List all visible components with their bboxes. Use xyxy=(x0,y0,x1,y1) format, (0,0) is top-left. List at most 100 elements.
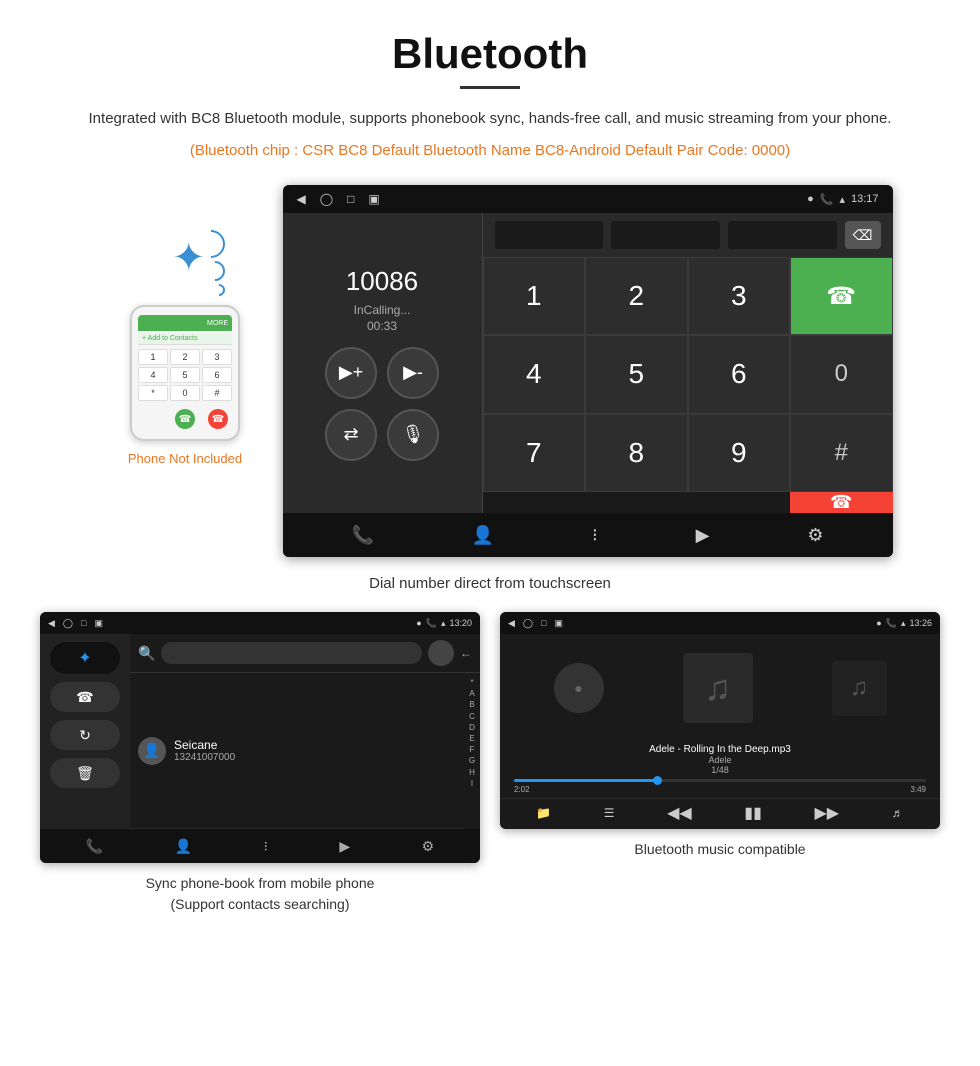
pb-search-icon: 🔍 xyxy=(138,645,155,662)
phone-key-5: 5 xyxy=(170,367,200,383)
music-progress-bar xyxy=(514,779,926,782)
pb-alpha-E: E xyxy=(469,733,474,744)
music-next-icon[interactable]: ▶▶ xyxy=(814,803,839,823)
phone-key-4: 4 xyxy=(138,367,168,383)
pb-wifi-icon: ▴ xyxy=(441,618,446,629)
music-progress-dot xyxy=(653,776,662,785)
music-progress-area: 2:02 3:49 xyxy=(500,779,940,798)
transfer-nav-icon[interactable]: ▶ xyxy=(696,525,710,546)
dial-input-row: ⌫ xyxy=(483,213,893,257)
main-screen-section: ✦ MORE + Add to Contacts 1 2 3 4 5 6 * 0… xyxy=(40,185,940,557)
pb-alpha-F: F xyxy=(470,744,475,755)
dial-key-zero[interactable]: 0 xyxy=(790,335,893,413)
backspace-btn[interactable]: ⌫ xyxy=(845,221,881,249)
pb-nav-transfer-icon[interactable]: ▶ xyxy=(339,838,350,855)
contacts-nav-icon[interactable]: 👤 xyxy=(472,525,494,546)
music-play-pause-icon[interactable]: ▮▮ xyxy=(744,803,762,823)
android-dial-screen: ◀ ◯ □ ▣ ● 📞 ▴ 13:17 10086 InCalling... xyxy=(283,185,893,557)
music-screen-icon: ▣ xyxy=(554,618,563,629)
wifi-icon: ▴ xyxy=(839,193,845,206)
pb-recents-icon: □ xyxy=(81,618,86,629)
phone-signal-icon: 📞 xyxy=(820,193,834,206)
pb-bluetooth-icon: ✦ xyxy=(50,642,120,674)
music-wifi-icon: ▴ xyxy=(901,618,906,629)
pb-search-bar[interactable] xyxy=(161,642,422,664)
dial-key-8[interactable]: 8 xyxy=(585,414,688,492)
dial-input-field xyxy=(495,221,837,249)
status-right-dial: ● 📞 ▴ 13:17 xyxy=(807,193,878,206)
screenshot-icon: ▣ xyxy=(368,192,379,206)
dial-key-5[interactable]: 5 xyxy=(585,335,688,413)
music-content: ● ♫ ♫ Adele - Rolling In the Deep.mp3 Ad… xyxy=(500,634,940,829)
android-nav-bar-dial: 📞 👤 ⁝ ▶ ⚙ xyxy=(283,513,893,557)
phonebook-status-bar: ◀ ◯ □ ▣ ● 📞 ▴ 13:20 xyxy=(40,612,480,634)
pb-screen-icon: ▣ xyxy=(94,618,103,629)
dial-key-7[interactable]: 7 xyxy=(483,414,586,492)
dial-content: 10086 InCalling... 00:33 ▶+ ▶- ⇄ 🎙 xyxy=(283,213,893,513)
pb-alpha-D: D xyxy=(469,722,475,733)
pb-delete-btn[interactable]: 🗑 xyxy=(50,758,120,788)
input-seg-2 xyxy=(611,221,720,249)
music-screen-wrapper: ◀ ◯ □ ▣ ● 📞 ▴ 13:26 ● xyxy=(500,612,940,915)
description: Integrated with BC8 Bluetooth module, su… xyxy=(40,107,940,131)
music-equalizer-icon[interactable]: ♬ xyxy=(892,806,904,820)
dial-key-4[interactable]: 4 xyxy=(483,335,586,413)
music-location-icon: ● xyxy=(876,618,881,628)
end-call-button[interactable]: ☎ xyxy=(790,492,893,513)
phone-key-2: 2 xyxy=(170,349,200,365)
dial-key-2[interactable]: 2 xyxy=(585,257,688,335)
pb-alpha-A: A xyxy=(469,688,474,699)
settings-nav-icon[interactable]: ⚙ xyxy=(807,525,823,546)
music-album-circle-left: ● xyxy=(554,663,604,713)
phonebook-sidebar: ✦ ☎ ↻ 🗑 xyxy=(40,634,130,829)
dial-timer: 00:33 xyxy=(367,319,397,333)
pb-circle-btn xyxy=(428,640,454,666)
call-button[interactable]: ☎ xyxy=(790,257,893,335)
dial-key-9[interactable]: 9 xyxy=(688,414,791,492)
phone-add-contact: + Add to Contacts xyxy=(138,333,232,345)
pb-time: 13:20 xyxy=(449,618,472,628)
music-folder-icon[interactable]: 📁 xyxy=(536,806,551,820)
pb-nav-keypad-icon[interactable]: ⁝ xyxy=(264,838,268,855)
phone-key-6: 6 xyxy=(202,367,232,383)
music-time: 13:26 xyxy=(909,618,932,628)
dial-key-3[interactable]: 3 xyxy=(688,257,791,335)
music-prev-icon[interactable]: ◀◀ xyxy=(667,803,692,823)
music-main-area: ● ♫ ♫ xyxy=(500,634,940,742)
music-circle-icon-left: ● xyxy=(574,680,582,696)
pb-caption-line2: (Support contacts searching) xyxy=(171,896,350,912)
pb-phone-icon: 📞 xyxy=(426,618,437,629)
music-time-row: 2:02 3:49 xyxy=(514,785,926,794)
phone-not-included-text: Phone Not Included xyxy=(128,451,242,466)
call-log-nav-icon[interactable]: 📞 xyxy=(351,525,373,546)
phone-key-3: 3 xyxy=(202,349,232,365)
music-playlist-icon[interactable]: ☰ xyxy=(604,806,615,820)
keypad-nav-icon[interactable]: ⁝ xyxy=(592,525,598,546)
phone-end-icon: ☎ xyxy=(208,409,228,429)
dial-key-1[interactable]: 1 xyxy=(483,257,586,335)
pb-nav-contacts-icon[interactable]: 👤 xyxy=(175,838,192,855)
mute-btn[interactable]: 🎙 xyxy=(387,409,439,461)
phone-key-1: 1 xyxy=(138,349,168,365)
pb-phone-btn[interactable]: ☎ xyxy=(50,682,120,712)
music-song-title: Adele - Rolling In the Deep.mp3 xyxy=(500,744,940,755)
dial-key-hash[interactable]: # xyxy=(790,414,893,492)
transfer-btn[interactable]: ⇄ xyxy=(325,409,377,461)
phone-illustration: ✦ MORE + Add to Contacts 1 2 3 4 5 6 * 0… xyxy=(88,225,283,466)
pb-nav-call-icon[interactable]: 📞 xyxy=(86,838,103,855)
pb-nav-settings-icon[interactable]: ⚙ xyxy=(422,838,435,855)
dial-key-6[interactable]: 6 xyxy=(688,335,791,413)
dial-caption: Dial number direct from touchscreen xyxy=(40,575,940,592)
pb-sync-btn[interactable]: ↻ xyxy=(50,720,120,750)
phone-key-0: 0 xyxy=(170,385,200,401)
volume-up-btn[interactable]: ▶+ xyxy=(325,347,377,399)
phonebook-content: ✦ ☎ ↻ 🗑 🔍 ← xyxy=(40,634,480,829)
dial-controls: ▶+ ▶- ⇄ 🎙 xyxy=(325,347,439,461)
phone-call-icon: ☎ xyxy=(175,409,195,429)
music-progress-fill xyxy=(514,779,658,782)
phonebook-android-screen: ◀ ◯ □ ▣ ● 📞 ▴ 13:20 ✦ ☎ xyxy=(40,612,480,863)
volume-down-btn[interactable]: ▶- xyxy=(387,347,439,399)
orange-note: (Bluetooth chip : CSR BC8 Default Blueto… xyxy=(40,139,940,163)
music-note-icon: ♫ xyxy=(704,667,731,709)
pb-caption-line1: Sync phone-book from mobile phone xyxy=(146,875,375,891)
